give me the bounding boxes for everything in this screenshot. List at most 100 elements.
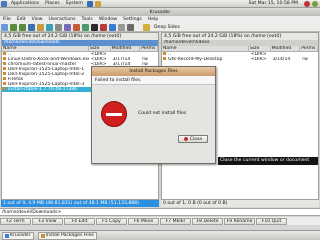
terminal-icon[interactable]	[91, 23, 98, 31]
folder-icon	[3, 72, 6, 75]
folder-icon	[3, 82, 6, 85]
power-icon[interactable]	[304, 1, 310, 7]
close-icon	[183, 137, 188, 141]
dialog-header: Failed to install files	[92, 76, 215, 85]
applications-icon	[1, 0, 7, 7]
gnome-top-panel: Applications Places System Sat Mar 15, 1…	[0, 0, 320, 8]
new-tab-icon[interactable]	[1, 23, 8, 31]
user-icon[interactable]	[312, 1, 318, 7]
folder-icon	[163, 52, 166, 55]
toolbar: Deep Sides	[0, 23, 320, 32]
taskbar-item-install-packages[interactable]: Install Packages Files	[37, 231, 97, 240]
column-size[interactable]: Size	[249, 46, 271, 51]
column-size[interactable]: Size	[89, 46, 111, 51]
file-size: <DIR>	[249, 57, 271, 62]
browser-launcher-icon[interactable]	[86, 0, 93, 7]
taskbar-item-krusader[interactable]: Krusader	[2, 231, 34, 240]
copy-icon[interactable]	[55, 23, 62, 31]
dialog-title[interactable]: Install Packages Files	[92, 67, 215, 76]
dialog-body: Could not install files Close	[92, 85, 215, 150]
network-icon[interactable]	[109, 23, 116, 31]
folder-icon	[3, 62, 6, 65]
applications-menu[interactable]: Applications	[8, 1, 42, 6]
file-modified-text: 3/14/14	[272, 57, 291, 62]
folder-icon	[163, 57, 166, 60]
file-name-text: Gtk-Record-My-Desktop	[168, 57, 223, 62]
menu-useractions[interactable]: Useractions	[46, 17, 79, 22]
file-name: Gtk-Record-My-Desktop	[162, 57, 249, 62]
file-perms-text: rw	[302, 57, 308, 62]
f9-rename-button[interactable]: F9 Rename	[224, 217, 255, 225]
dialog-message: Could not install files	[138, 111, 187, 116]
f8-delete-button[interactable]: F8 Delete	[192, 217, 223, 225]
left-free-space: 4.5 GiB free out of 24.2 GiB (18%) on /h…	[2, 33, 158, 40]
command-line[interactable]: /home/devel/Downloads>	[0, 208, 320, 216]
error-stop-icon	[101, 101, 127, 127]
command-line-path: /home/devel/Downloads>	[2, 209, 62, 215]
left-status-bar: 1 out of 9, 4.9 MB (48.81,831) out of 48…	[1, 200, 159, 207]
search-icon[interactable]	[64, 23, 71, 31]
krusader-icon	[5, 233, 9, 238]
taskbar-label: Krusader	[10, 233, 31, 238]
mount-icon[interactable]	[118, 23, 125, 31]
toolbar-label[interactable]: Deep Sides	[154, 25, 180, 30]
install-error-dialog: Install Packages Files Failed to install…	[91, 66, 216, 164]
file-row[interactable]: Gtk-Record-My-Desktop <DIR> 3/14/14 rw	[162, 57, 318, 62]
bottom-taskbar: Krusader Install Packages Files	[0, 230, 320, 240]
desktop-screen: Applications Places System Sat Mar 15, 1…	[0, 0, 320, 240]
system-menu[interactable]: System	[63, 1, 86, 6]
compare-icon[interactable]	[73, 23, 80, 31]
function-key-bar: F2 Term F3 View F4 Edit F5 Copy F6 Move …	[0, 217, 320, 225]
f10-quit-button[interactable]: F10 Quit	[256, 217, 287, 225]
menu-view[interactable]: View	[29, 17, 46, 22]
places-menu[interactable]: Places	[42, 1, 63, 6]
package-icon	[40, 233, 45, 238]
f2-term-button[interactable]: F2 Term	[0, 217, 31, 225]
close-tooltip: Close the current window or document	[218, 157, 318, 165]
clock[interactable]: Sat Mar 15, 10:58 PM	[249, 1, 298, 6]
package-file-icon	[3, 87, 6, 90]
file-modified: 3/14/14	[271, 57, 301, 62]
file-size-text: <DIR>	[250, 57, 267, 62]
root-mode-icon[interactable]	[100, 23, 107, 31]
settings-icon[interactable]	[127, 23, 134, 31]
column-perms[interactable]: Perms	[300, 46, 318, 51]
menu-help[interactable]: Help	[145, 17, 161, 22]
deep-sides-icon[interactable]	[143, 23, 150, 31]
f5-copy-button[interactable]: F5 Copy	[96, 217, 127, 225]
folder-icon	[3, 77, 6, 80]
f7-mkdir-button[interactable]: F7 Mkdir	[160, 217, 191, 225]
menu-window[interactable]: Window	[96, 17, 120, 22]
file-name: install-stable-1.7.70.48-1.i386	[2, 87, 89, 92]
mail-launcher-icon[interactable]	[94, 0, 101, 7]
f4-edit-button[interactable]: F4 Edit	[64, 217, 95, 225]
home-icon[interactable]	[37, 23, 44, 31]
folder-icon	[3, 52, 6, 55]
column-perms[interactable]: Perms	[140, 46, 158, 51]
refresh-icon[interactable]	[46, 23, 53, 31]
sync-icon[interactable]	[82, 23, 89, 31]
file-name-text: install-stable-1.7.70.48-1.i386	[8, 87, 78, 92]
forward-icon[interactable]	[19, 23, 26, 31]
back-icon[interactable]	[10, 23, 17, 31]
column-modified[interactable]: Modified	[111, 46, 141, 51]
right-free-space: 4.5 GiB free out of 24.2 GiB (18%) on /h…	[162, 33, 318, 40]
folder-icon	[3, 57, 6, 60]
menu-file[interactable]: File	[0, 17, 14, 22]
window-titlebar[interactable]: Krusader	[0, 8, 320, 16]
menu-tools[interactable]: Tools	[79, 17, 96, 22]
f3-view-button[interactable]: F3 View	[32, 217, 63, 225]
up-icon[interactable]	[28, 23, 35, 31]
close-button-label: Close	[189, 136, 203, 142]
column-modified[interactable]: Modified	[271, 46, 301, 51]
column-name[interactable]: Name	[162, 46, 249, 51]
f6-move-button[interactable]: F6 Move	[128, 217, 159, 225]
menu-edit[interactable]: Edit	[14, 17, 29, 22]
menu-settings[interactable]: Settings	[120, 17, 145, 22]
menubar: File Edit View Useractions Tools Window …	[0, 16, 320, 23]
window-title: Krusader	[149, 9, 171, 15]
file-perms: rw	[300, 57, 318, 62]
column-name[interactable]: Name	[2, 46, 89, 51]
close-button[interactable]: Close	[178, 135, 208, 143]
taskbar-label: Install Packages Files	[45, 233, 94, 238]
